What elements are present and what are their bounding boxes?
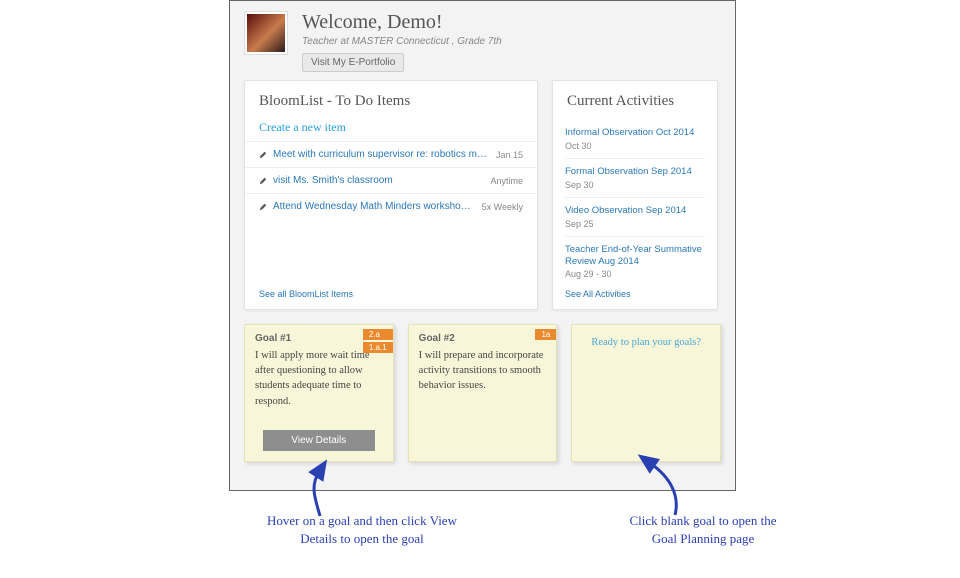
visit-eportfolio-button[interactable]: Visit My E-Portfolio [302, 53, 404, 72]
welcome-title: Welcome, Demo! [302, 11, 502, 34]
bloom-row[interactable]: Meet with curriculum supervisor re: robo… [245, 141, 537, 167]
activity-title[interactable]: Informal Observation Oct 2014 [565, 127, 705, 139]
goal-tags: 1a [535, 329, 556, 340]
view-details-button[interactable]: View Details [263, 430, 375, 451]
goal-card-1[interactable]: 2.a 1.a.1 Goal #1 I will apply more wait… [244, 324, 394, 462]
activity-item[interactable]: Teacher End-of-Year Summative Review Aug… [565, 236, 705, 287]
activity-item[interactable]: Informal Observation Oct 2014 Oct 30 [565, 120, 705, 158]
bloom-row[interactable]: visit Ms. Smith's classroom Anytime [245, 167, 537, 193]
activity-title[interactable]: Video Observation Sep 2014 [565, 205, 705, 217]
goals-row: 2.a 1.a.1 Goal #1 I will apply more wait… [230, 310, 735, 476]
bloom-item-meta: Jan 15 [496, 150, 523, 160]
activity-date: Sep 25 [565, 219, 705, 229]
pencil-icon [259, 177, 267, 185]
activities-title: Current Activities [553, 81, 717, 120]
bloom-item-text[interactable]: visit Ms. Smith's classroom [273, 175, 484, 186]
bloom-row[interactable]: Attend Wednesday Math Minders workshops … [245, 193, 537, 219]
activity-title[interactable]: Teacher End-of-Year Summative Review Aug… [565, 244, 705, 268]
pencil-icon [259, 203, 267, 211]
dashboard-frame: Welcome, Demo! Teacher at MASTER Connect… [229, 0, 736, 491]
see-all-activities-link[interactable]: See All Activities [565, 289, 631, 299]
bloomlist-card: BloomList - To Do Items Create a new ite… [244, 80, 538, 310]
annotation-right: Click blank goal to open the Goal Planni… [618, 512, 788, 547]
pencil-icon [259, 151, 267, 159]
bloom-item-meta: 5x Weekly [482, 202, 523, 212]
header: Welcome, Demo! Teacher at MASTER Connect… [230, 1, 735, 80]
goal-title: Goal #2 [419, 333, 547, 344]
goal-card-blank[interactable]: Ready to plan your goals? [571, 324, 721, 462]
activity-item[interactable]: Formal Observation Sep 2014 Sep 30 [565, 158, 705, 197]
goal-tags: 2.a 1.a.1 [363, 329, 393, 353]
bloom-item-text[interactable]: Meet with curriculum supervisor re: robo… [273, 149, 490, 160]
goal-body: I will prepare and incorporate activity … [419, 348, 547, 394]
activity-date: Sep 30 [565, 180, 705, 190]
goal-tag: 2.a [363, 329, 393, 340]
goal-card-2[interactable]: 1a Goal #2 I will prepare and incorporat… [408, 324, 558, 462]
bloom-item-text[interactable]: Attend Wednesday Math Minders workshops … [273, 201, 476, 212]
goal-tag: 1a [535, 329, 556, 340]
blank-goal-prompt: Ready to plan your goals? [582, 333, 710, 350]
annotation-left: Hover on a goal and then click View Deta… [262, 512, 462, 547]
avatar[interactable] [244, 11, 288, 55]
goal-tag: 1.a.1 [363, 342, 393, 353]
see-all-bloomlist-link[interactable]: See all BloomList Items [259, 289, 353, 299]
activity-date: Aug 29 - 30 [565, 269, 705, 279]
activity-title[interactable]: Formal Observation Sep 2014 [565, 166, 705, 178]
create-item-link[interactable]: Create a new item [245, 120, 537, 141]
goal-body: I will apply more wait time after questi… [255, 348, 383, 409]
bloomlist-title: BloomList - To Do Items [245, 81, 537, 120]
activity-item[interactable]: Video Observation Sep 2014 Sep 25 [565, 197, 705, 236]
activities-card: Current Activities Informal Observation … [552, 80, 718, 310]
user-subtitle: Teacher at MASTER Connecticut , Grade 7t… [302, 36, 502, 47]
bloom-item-meta: Anytime [490, 176, 523, 186]
activity-date: Oct 30 [565, 141, 705, 151]
